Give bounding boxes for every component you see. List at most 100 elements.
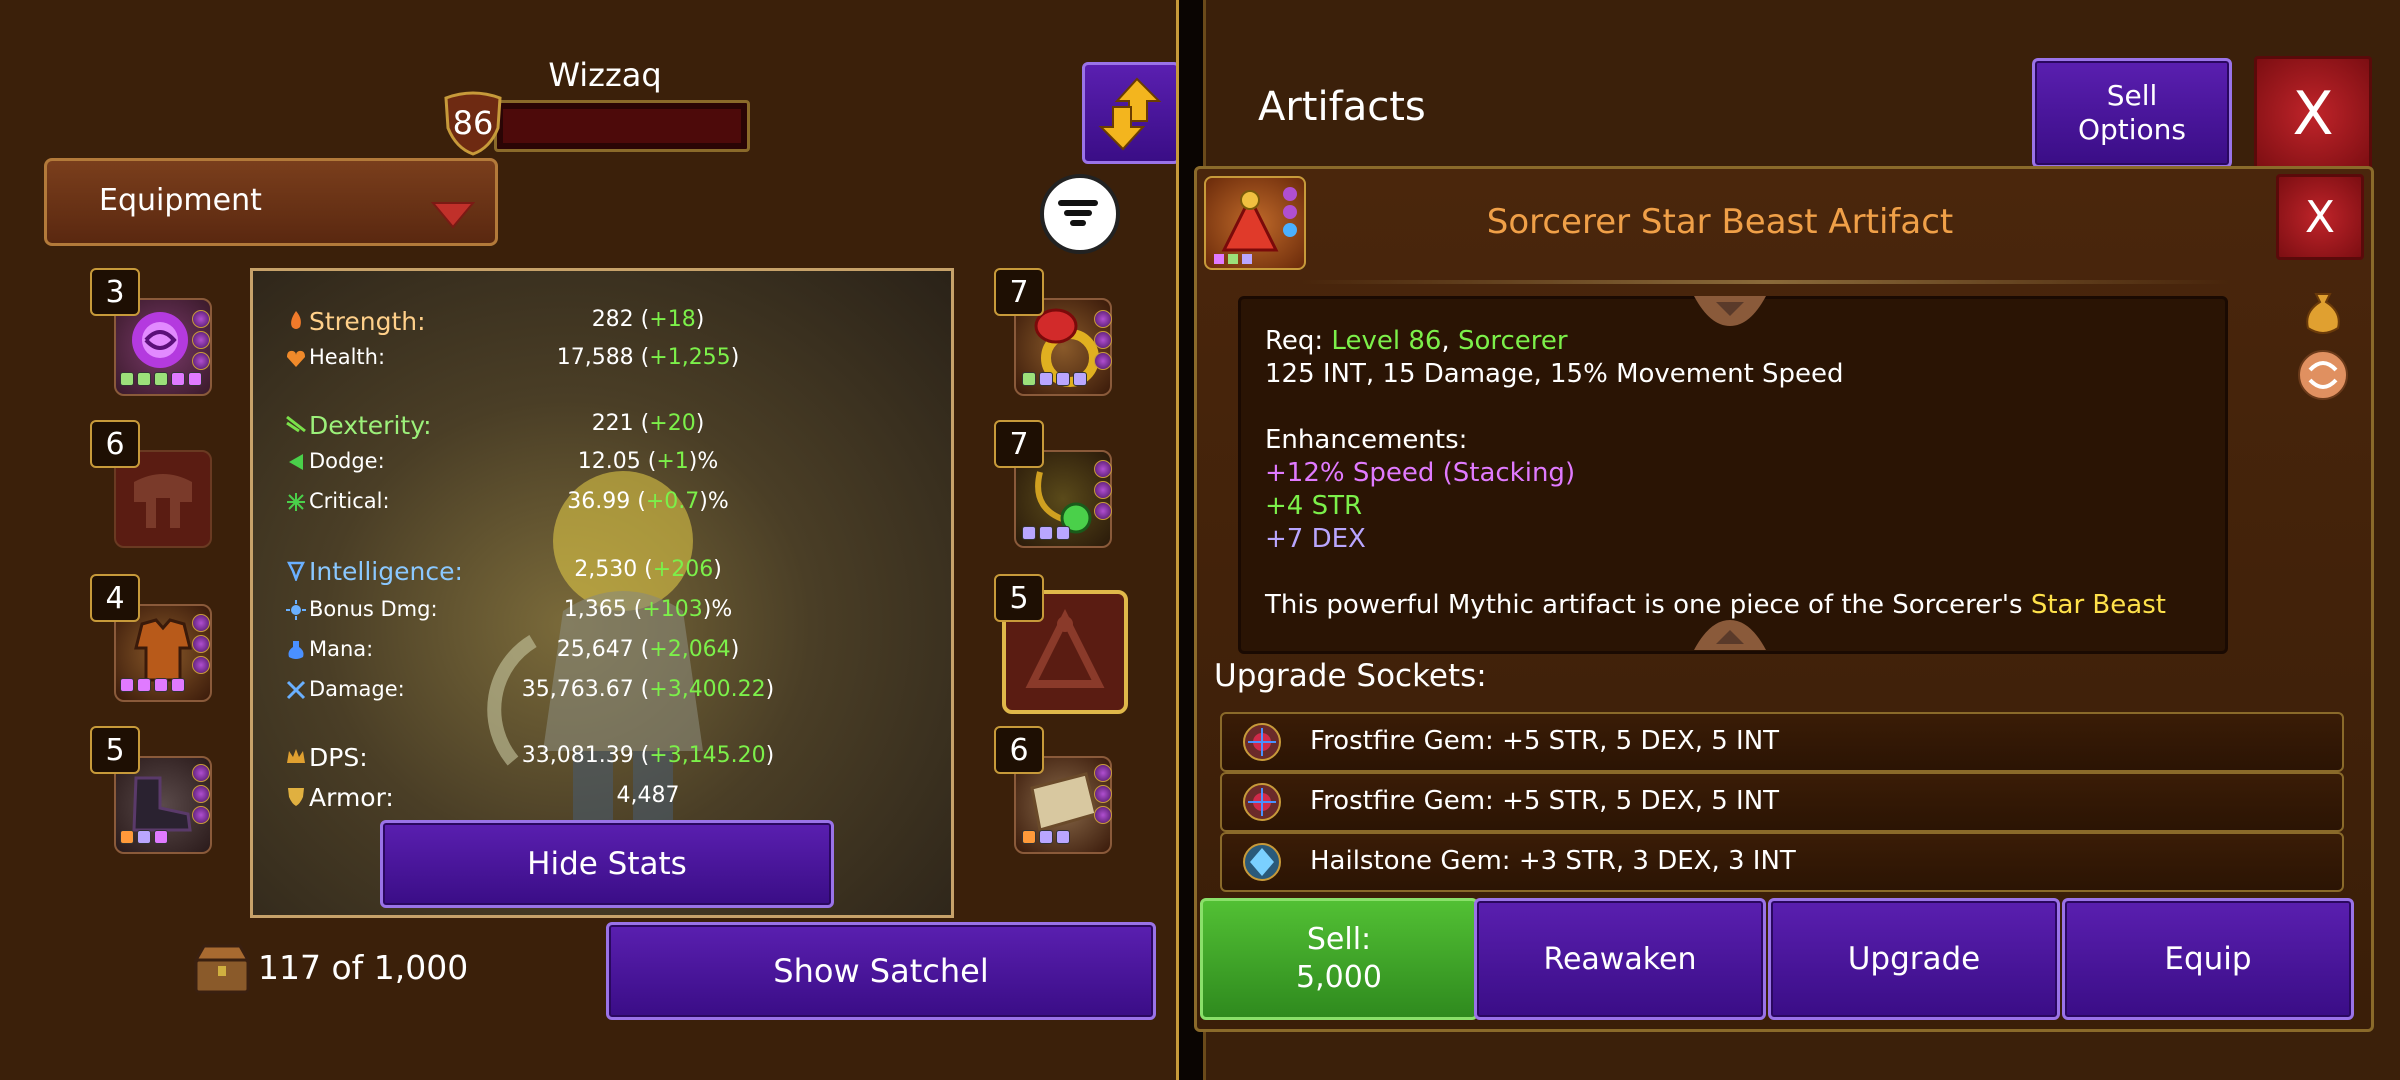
scroll-down-icon[interactable] [1692,618,1768,654]
stat-label: Dexterity: [309,411,432,440]
upgrade-label: Upgrade [1847,941,1981,977]
slot-level-badge: 6 [994,726,1044,774]
slot-enhancement-dots [120,830,168,844]
slot-level-badge: 6 [90,420,140,468]
item-requirements: Req: Level 86, Sorcerer [1265,326,1568,356]
socket-row[interactable]: Frostfire Gem: +5 STR, 5 DEX, 5 INT [1220,772,2344,832]
close-artifacts-button[interactable]: X [2254,56,2372,172]
sell-price: 5,000 [1296,960,1382,995]
stat-value: 221 (+20) [591,411,705,436]
sun-icon [286,600,306,620]
slot-level-badge: 4 [90,574,140,622]
crossed-swords-icon [286,680,306,700]
socket-row[interactable]: Hailstone Gem: +3 STR, 3 DEX, 3 INT [1220,832,2344,892]
stat-label: Bonus Dmg: [309,597,438,621]
stat-label: Critical: [309,489,390,513]
slot-gem-sockets [192,310,210,370]
slot-gem-sockets [1094,764,1112,824]
stat-value: 12.05 (+1)% [577,449,719,474]
stat-label: Strength: [309,307,426,336]
close-icon: X [2292,79,2334,149]
filter-button[interactable] [1040,174,1120,254]
stat-label: Mana: [309,637,374,661]
socket-row[interactable]: Frostfire Gem: +5 STR, 5 DEX, 5 INT [1220,712,2344,772]
swap-button[interactable] [1082,62,1180,164]
artifact-item-icon [1204,176,1306,270]
socket-text: Frostfire Gem: +5 STR, 5 DEX, 5 INT [1310,786,1780,816]
slot-gem-sockets [192,614,210,674]
sell-button[interactable]: Sell: 5,000 [1200,898,1478,1020]
stat-value: 33,081.39 (+3,145.20) [521,743,775,768]
slot-enhancement-dots [1022,526,1070,540]
slot-enhancement-dots [1022,830,1070,844]
equip-label: Equip [2164,941,2252,977]
show-satchel-button[interactable]: Show Satchel [606,922,1156,1020]
slot-level-badge: 3 [90,268,140,316]
stat-value: 1,365 (+103)% [563,597,733,622]
stat-label: Armor: [309,783,394,812]
hide-stats-button[interactable]: Hide Stats [380,820,834,908]
scroll-up-icon[interactable] [1692,292,1768,328]
hailstone-gem-icon [1243,843,1281,881]
crown-icon [287,749,305,763]
equip-button[interactable]: Equip [2062,898,2354,1020]
slot-gem-sockets [1094,310,1112,370]
recycle-icon[interactable] [2296,348,2350,402]
chevron-down-icon [431,202,475,229]
enhancements-title: Enhancements: [1265,425,1468,455]
reawaken-label: Reawaken [1543,941,1697,977]
item-base-stats: 125 INT, 15 Damage, 15% Movement Speed [1265,359,1844,389]
artifacts-title: Artifacts [1258,84,1426,130]
stat-critical: Critical: 36.99 (+0.7)% [253,485,873,519]
stat-label: DPS: [309,743,368,772]
enhancement-speed: +12% Speed (Stacking) [1265,458,1576,488]
intelligence-icon [286,561,306,581]
slot-level-badge: 5 [90,726,140,774]
character-level: 86 [452,104,494,142]
critical-icon [287,493,305,511]
stat-value: 25,647 (+2,064) [556,637,740,662]
upgrade-sockets-title: Upgrade Sockets: [1214,658,1487,694]
slot-enhancement-dots [120,678,185,692]
money-bag-icon[interactable] [2300,288,2346,338]
character-name: Wizzaq [548,56,662,94]
stat-value: 282 (+18) [591,307,705,332]
item-description-box: Req: Level 86, Sorcerer 125 INT, 15 Dama… [1238,296,2228,654]
inventory-count: 117 of 1,000 [258,948,469,987]
stat-armor: Armor: 4,487 [253,779,873,813]
shield-icon [288,788,304,806]
item-name: Sorcerer Star Beast Artifact [1486,202,1954,242]
enhancement-str: +4 STR [1265,491,1363,521]
slot-enhancement-dots [120,372,202,386]
stat-mana: Mana: 25,647 (+2,064) [253,633,873,667]
stat-value: 17,588 (+1,255) [556,345,740,370]
stat-label: Health: [309,345,386,369]
stat-value: 4,487 [616,783,680,808]
frostfire-gem-icon [1243,783,1281,821]
sell-options-label: Sell Options [2077,79,2187,146]
stat-intelligence: Intelligence: 2,530 (+206) [253,553,873,587]
sell-options-button[interactable]: Sell Options [2032,58,2232,168]
show-satchel-label: Show Satchel [773,952,989,990]
stat-damage: Damage: 35,763.67 (+3,400.22) [253,673,873,707]
chest-icon [190,940,254,996]
slot-gem-sockets [192,764,210,824]
frostfire-gem-icon [1243,723,1281,761]
enhancement-dex: +7 DEX [1265,524,1366,554]
dodge-icon [289,454,303,470]
close-item-button[interactable]: X [2276,174,2364,260]
equipment-dropdown[interactable]: Equipment [44,158,498,246]
stat-dodge: Dodge: 12.05 (+1)% [253,445,873,479]
reawaken-button[interactable]: Reawaken [1474,898,1766,1020]
stat-label: Damage: [309,677,405,701]
upgrade-button[interactable]: Upgrade [1768,898,2060,1020]
fire-icon [291,311,301,329]
slot-gem-sockets [1094,460,1112,520]
socket-text: Hailstone Gem: +3 STR, 3 DEX, 3 INT [1310,846,1796,876]
filter-icon [1058,200,1098,226]
stat-value: 36.99 (+0.7)% [567,489,729,514]
swap-arrows-icon [1098,77,1162,151]
slot-level-badge: 7 [994,268,1044,316]
slot-level-badge: 5 [994,574,1044,622]
stat-value: 2,530 (+206) [574,557,722,582]
